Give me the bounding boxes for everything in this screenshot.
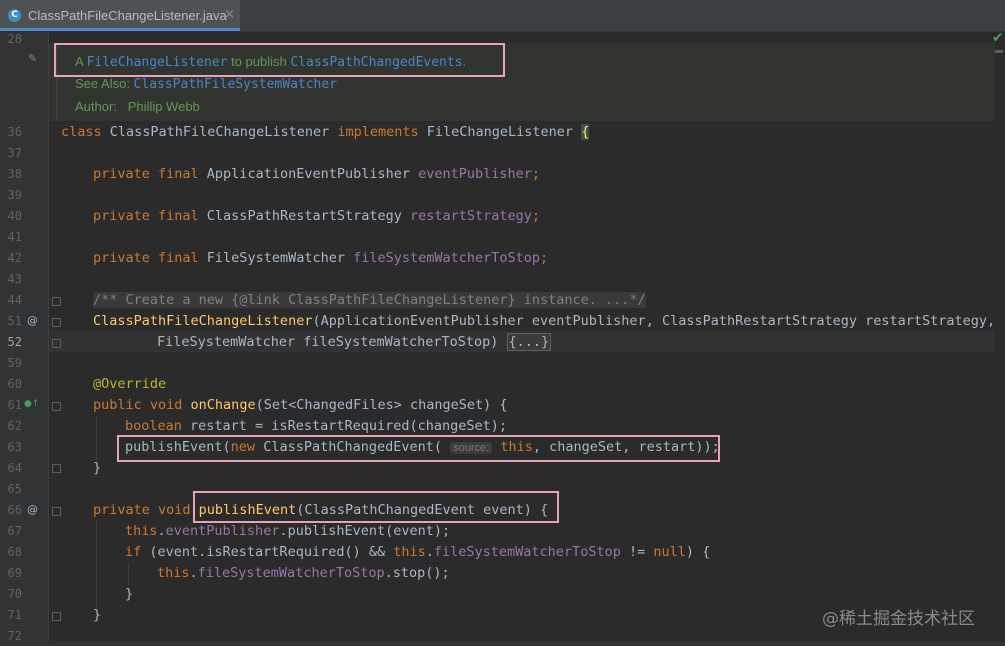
highlight-box	[54, 43, 505, 77]
horizontal-scrollbar[interactable]	[0, 641, 1005, 646]
code-line-40[interactable]: private final ClassPathRestartStrategy r…	[93, 208, 540, 224]
line-number: 62	[7, 419, 22, 433]
line-number: 71	[7, 608, 22, 622]
fold-toggle[interactable]	[52, 612, 61, 621]
fold-toggle[interactable]	[52, 339, 61, 348]
highlight-box	[193, 491, 559, 523]
inspection-ok-icon[interactable]: ✔	[992, 30, 1004, 46]
line-number: 37	[7, 146, 22, 160]
code-line-68[interactable]: if (event.isRestartRequired() && this.fi…	[125, 544, 710, 560]
line-number: 65	[7, 482, 22, 496]
code-line-71[interactable]: }	[93, 607, 101, 623]
doc-link[interactable]: ClassPathFileSystemWatcher	[134, 77, 338, 92]
close-icon[interactable]: ×	[224, 7, 235, 22]
fold-toggle[interactable]	[52, 464, 61, 473]
code-line-62[interactable]: boolean restart = isRestartRequired(chan…	[125, 418, 507, 434]
code-line-67[interactable]: this.eventPublisher.publishEvent(event);	[125, 523, 450, 539]
line-number: 70	[7, 587, 22, 601]
code-line-36[interactable]: class ClassPathFileChangeListener implem…	[61, 124, 590, 140]
indent-guide	[96, 416, 97, 460]
code-line-70[interactable]: }	[125, 586, 133, 602]
editor-tab-bar: C ClassPathFileChangeListener.java ×	[0, 0, 1005, 32]
javadoc-author: Author: Phillip Webb	[75, 99, 200, 114]
code-line-61[interactable]: public void onChange(Set<ChangedFiles> c…	[93, 397, 508, 413]
code-line-42[interactable]: private final FileSystemWatcher fileSyst…	[93, 250, 548, 266]
line-number: 41	[7, 230, 22, 244]
tab-classpathfilechangelistener[interactable]: C ClassPathFileChangeListener.java ×	[0, 0, 240, 31]
line-number: 59	[7, 356, 22, 370]
highlight-box	[117, 435, 720, 462]
fold-toggle[interactable]	[52, 297, 61, 306]
at-icon[interactable]: @	[27, 503, 38, 516]
override-icon[interactable]: ●↑	[24, 399, 39, 409]
watermark: @稀土掘金技术社区	[822, 609, 975, 629]
code-line-38[interactable]: private final ApplicationEventPublisher …	[93, 166, 540, 182]
folded-javadoc-comment[interactable]: /** Create a new {@link ClassPathFileCha…	[93, 292, 646, 308]
line-number: 67	[7, 524, 22, 538]
tab-title: ClassPathFileChangeListener.java	[28, 8, 227, 23]
at-icon[interactable]: @	[27, 314, 38, 327]
java-class-icon: C	[8, 9, 21, 22]
line-number: 68	[7, 545, 22, 559]
indent-guide	[128, 563, 129, 585]
line-number: 51	[7, 314, 22, 328]
fold-toggle[interactable]	[52, 507, 61, 516]
javadoc-see-also: See Also: ClassPathFileSystemWatcher	[75, 76, 338, 92]
line-number: 63	[7, 440, 22, 454]
line-number: 44	[7, 293, 22, 307]
override-annotation[interactable]: @Override	[93, 376, 166, 392]
code-line-52[interactable]: FileSystemWatcher fileSystemWatcherToSto…	[157, 333, 552, 351]
folded-body[interactable]: {...}	[506, 333, 552, 351]
line-number-current: 52	[7, 335, 22, 349]
code-line-51[interactable]: ClassPathFileChangeListener(ApplicationE…	[93, 313, 995, 329]
line-number: 38	[7, 167, 22, 181]
indent-guide	[96, 521, 97, 607]
line-number: 69	[7, 566, 22, 580]
fold-toggle[interactable]	[52, 318, 61, 327]
line-number: 64	[7, 461, 22, 475]
line-number: 40	[7, 209, 22, 223]
scroll-marker[interactable]	[995, 50, 1003, 53]
line-number: 36	[7, 125, 22, 139]
line-number: 60	[7, 377, 22, 391]
fold-toggle[interactable]	[52, 402, 61, 411]
pencil-icon[interactable]: ✎	[28, 52, 37, 65]
line-number: 39	[7, 188, 22, 202]
code-line-64[interactable]: }	[93, 460, 101, 476]
line-number: 43	[7, 272, 22, 286]
line-number: 66	[7, 503, 22, 517]
line-number: 42	[7, 251, 22, 265]
line-number: 61	[7, 398, 22, 412]
line-number: 28	[7, 32, 22, 46]
code-line-69[interactable]: this.fileSystemWatcherToStop.stop();	[157, 565, 450, 581]
